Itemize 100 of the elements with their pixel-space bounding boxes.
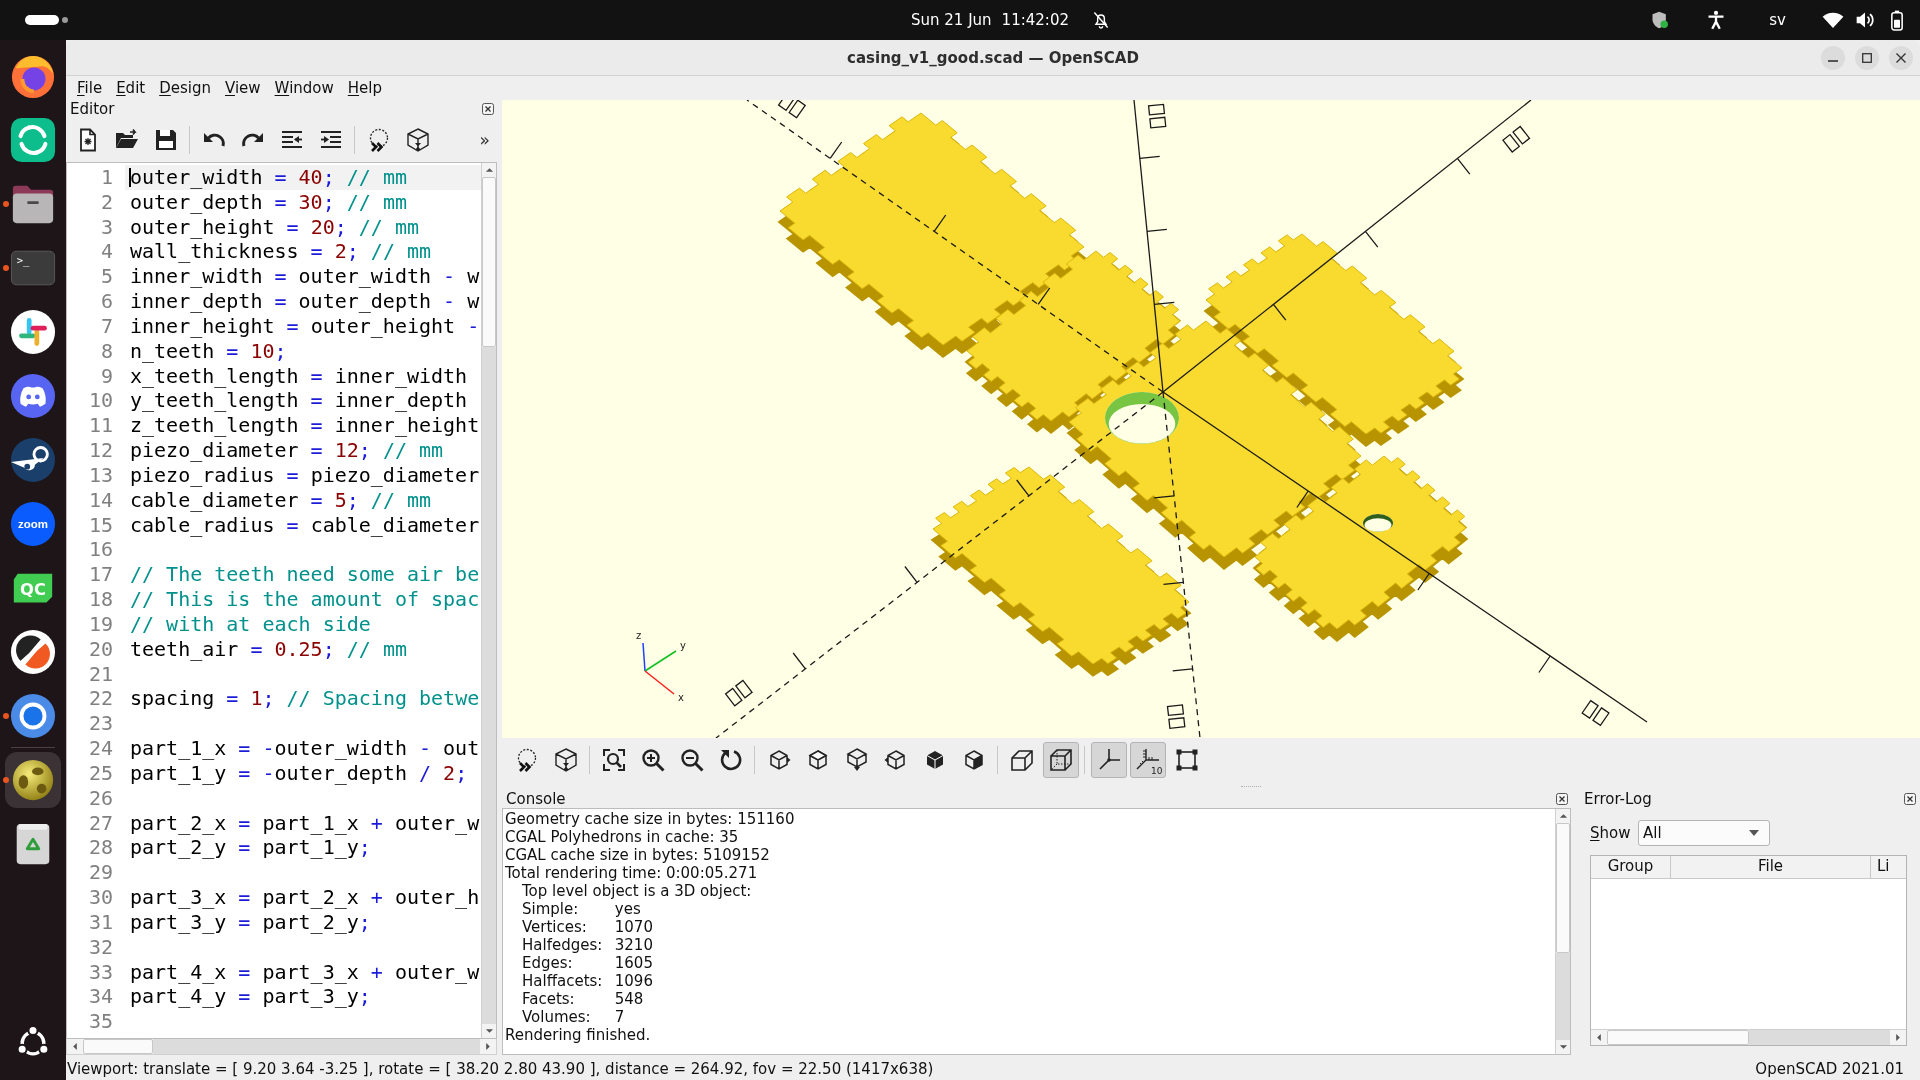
console-line: Edges: 1605 [521,954,654,972]
column-header[interactable]: File [1671,856,1871,878]
line-number: 25 [87,760,114,786]
menu-item[interactable]: View [218,77,268,99]
line-number: 1 [99,165,114,190]
cube-bottom-face-icon [844,748,869,772]
scroll-right-icon[interactable] [485,1042,491,1051]
code-line: piezo_diameter = 12; // mm [129,438,445,463]
clock-date[interactable]: Sun 21 Jun [911,10,992,30]
code-line: part_2_x = part_1_x + outer_w [129,810,481,836]
dock-item[interactable] [5,752,61,808]
scroll-up-icon[interactable] [1558,813,1568,819]
maximize-button[interactable] [1855,45,1879,70]
line-number: 21 [87,661,114,687]
console-line: Vertices: 1070 [521,918,654,936]
piston-disc-icon [10,437,56,483]
code-line: teeth_air = 0.25; // mm [129,636,408,662]
line-number: 15 [87,512,114,538]
menu-item[interactable]: File [70,77,110,99]
menu-item[interactable]: Edit [109,77,153,99]
console-line: Total rendering time: 0:00:05.271 [505,864,759,882]
close-button[interactable] [1889,45,1913,70]
console-line: Facets: 548 [521,990,645,1008]
panel-title: Editor [70,100,115,118]
line-number: 34 [87,984,114,1010]
keyboard-layout-indicator[interactable]: sv [1769,10,1786,30]
scroll-down-icon[interactable] [484,1028,494,1034]
line-number: 23 [87,711,114,737]
scrollbar-thumb[interactable] [1556,823,1570,953]
line-number: 18 [87,587,114,612]
line-number: 16 [87,537,114,563]
vertical-scrollbar[interactable] [1555,809,1570,1054]
frustum-icon [1009,748,1034,772]
vertical-scrollbar[interactable] [481,163,496,1038]
column-header[interactable]: Group [1591,856,1671,878]
text-cursor [129,168,131,187]
code-line: spacing = 1; // Spacing betwe [129,686,481,712]
column-header[interactable]: Li [1871,856,1906,878]
console-line: CGAL Polyhedrons in cache: 35 [505,828,740,846]
line-number: 11 [87,413,114,439]
console-line: Geometry cache size in bytes: 151160 [505,810,796,828]
battery-icon[interactable] [1891,9,1903,31]
shield-check-icon[interactable] [1650,10,1671,30]
notifications-off-icon[interactable] [1091,10,1111,30]
3d-viewport[interactable]: z y x [502,100,1920,738]
line-number: 5 [99,264,114,290]
axis-label: y [680,640,686,651]
menu-item[interactable]: Help [340,77,389,99]
scrollbar-thumb[interactable] [83,1039,153,1054]
line-number: 20 [87,636,114,662]
close-icon[interactable] [1556,793,1568,805]
axes-gizmo-icon [642,642,677,695]
axis-label: z [636,630,642,641]
accessibility-icon[interactable] [1706,10,1727,30]
workspace-indicator-icon[interactable] [25,14,69,26]
toolbar-overflow-button[interactable]: » [475,130,494,150]
scrollbar-thumb[interactable] [482,177,496,347]
field-label: Show [1590,824,1632,842]
horizontal-scrollbar[interactable] [1591,1029,1906,1045]
scale-markers-button[interactable]: 10 [1129,742,1166,778]
code-line: n_teeth = 10; [129,338,288,364]
menu-item[interactable]: Design [152,77,218,99]
line-number: 32 [87,934,114,960]
line-number: 7 [99,313,114,339]
code-line: part_4_x = part_3_x + outer_w [129,959,481,985]
scroll-down-icon[interactable] [1558,1044,1568,1050]
wireframe-cube-icon [1048,748,1073,772]
minimize-button[interactable] [1821,45,1845,70]
line-number: 33 [87,959,114,985]
code-line: piezo_radius = piezo_diameter [129,462,481,488]
maximize-icon [1862,52,1872,63]
scrollbar-thumb[interactable] [1607,1030,1749,1045]
close-icon[interactable] [1904,793,1916,805]
code-line: wall_thickness = 2; // mm [129,239,433,265]
caret-icon [1749,830,1759,836]
scroll-up-icon[interactable] [484,167,494,173]
line-number: 9 [99,363,114,389]
scroll-left-icon[interactable] [1596,1033,1602,1042]
volume-icon[interactable] [1855,10,1875,30]
show-dropdown[interactable]: All [1638,820,1770,846]
code-line: // This is the amount of spac [129,587,481,612]
show-axes-button[interactable] [1090,742,1127,778]
wifi-icon[interactable] [1822,11,1844,29]
orthogonal-button[interactable] [1042,742,1079,778]
horizontal-scrollbar[interactable] [66,1039,497,1055]
code-line: part_1_x = -outer_width - out [129,736,481,761]
scroll-left-icon[interactable] [72,1042,78,1051]
console-line: Top level object is a 3D object: [521,882,753,900]
code-line: inner_depth = outer_depth - w [129,289,481,314]
close-icon[interactable] [482,103,494,115]
scroll-right-icon[interactable] [1895,1033,1901,1042]
line-number: 2 [99,189,114,215]
console-line: Rendering finished. [505,1026,652,1044]
code-line: inner_width = outer_width - w [129,264,481,290]
menu-item[interactable]: Window [267,77,341,99]
line-number: 28 [87,835,114,861]
code-line: part_4_y = part_3_y; [129,984,372,1010]
line-number: 27 [87,810,114,836]
clock-time[interactable]: 11:42:02 [1001,10,1069,30]
cube-hourglass-icon [405,128,430,152]
